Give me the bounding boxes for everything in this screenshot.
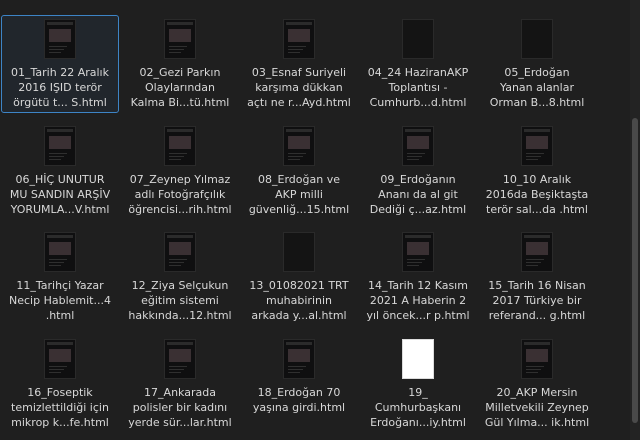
file-thumbnail-icon — [403, 340, 433, 378]
file-name-label: 02_Gezi Parkın Olaylarından Kalma Bi...t… — [130, 66, 230, 109]
scrollbar-thumb[interactable] — [632, 118, 638, 423]
file-item[interactable]: 17_Ankarada polisler bir kadını yerde sü… — [121, 335, 239, 433]
file-name-label: 12_Ziya Selçukun eğitim sistemi hakkında… — [128, 279, 232, 322]
file-thumbnail-icon — [165, 340, 195, 378]
file-thumbnail-icon — [522, 20, 552, 58]
file-item[interactable]: 08_Erdoğan ve AKP milli güvenliğ...15.ht… — [240, 122, 358, 220]
file-item[interactable]: 01_Tarih 22 Aralık 2016 IŞID terör örgüt… — [1, 15, 119, 113]
file-item[interactable]: 19_ Cumhurbaşkanı Erdoğanı...iy.html — [359, 335, 477, 433]
file-thumbnail-icon — [165, 20, 195, 58]
file-thumbnail-icon — [522, 340, 552, 378]
file-name-label: 13_01082021 TRT muhabirinin arkada y...a… — [249, 279, 349, 322]
file-name-label: 14_Tarih 12 Kasım 2021 A Haberin 2 yıl ö… — [366, 279, 470, 322]
file-thumbnail-icon — [403, 233, 433, 271]
file-name-label: 05_Erdoğan Yanan alanlar Orman B...8.htm… — [489, 66, 585, 109]
file-item[interactable]: 12_Ziya Selçukun eğitim sistemi hakkında… — [121, 228, 239, 326]
file-item[interactable]: 20_AKP Mersin Milletvekili Zeynep Gül Yı… — [478, 335, 596, 433]
file-item[interactable]: 15_Tarih 16 Nisan 2017 Türkiye bir refer… — [478, 228, 596, 326]
file-item[interactable]: 11_Tarihçi Yazar Necip Hablemit...4 .htm… — [1, 228, 119, 326]
file-thumbnail-icon — [522, 233, 552, 271]
file-item[interactable]: 06_HİÇ UNUTUR MU SANDIN ARŞİV YORUMLA...… — [1, 122, 119, 220]
file-item[interactable]: 07_Zeynep Yılmaz adlı Fotoğrafçılık öğre… — [121, 122, 239, 220]
file-thumbnail-icon — [403, 127, 433, 165]
file-thumbnail-icon — [45, 233, 75, 271]
file-item[interactable]: 10_10 Aralık 2016da Beşiktaşta terör sal… — [478, 122, 596, 220]
file-thumbnail-icon — [165, 127, 195, 165]
file-thumbnail-icon — [284, 233, 314, 271]
file-name-label: 18_Erdoğan 70 yaşına girdi.html — [252, 386, 346, 414]
file-name-label: 09_Erdoğanın Ananı da al git Dediği ç...… — [369, 173, 467, 216]
file-item[interactable]: 03_Esnaf Suriyeli karşıma dükkan açtı ne… — [240, 15, 358, 113]
file-name-label: 08_Erdoğan ve AKP milli güvenliğ...15.ht… — [248, 173, 350, 216]
file-name-label: 04_24 HaziranAKP Toplantısı - Cumhurb...… — [367, 66, 469, 109]
file-name-label: 19_ Cumhurbaşkanı Erdoğanı...iy.html — [370, 386, 466, 429]
file-item[interactable]: 09_Erdoğanın Ananı da al git Dediği ç...… — [359, 122, 477, 220]
file-item[interactable]: 05_Erdoğan Yanan alanlar Orman B...8.htm… — [478, 15, 596, 113]
file-name-label: 01_Tarih 22 Aralık 2016 IŞID terör örgüt… — [11, 66, 109, 109]
file-item[interactable]: 13_01082021 TRT muhabirinin arkada y...a… — [240, 228, 358, 326]
file-name-label: 03_Esnaf Suriyeli karşıma dükkan açtı ne… — [247, 66, 351, 109]
file-manager-icon-view: 01_Tarih 22 Aralık 2016 IŞID terör örgüt… — [0, 0, 640, 440]
file-name-label: 17_Ankarada polisler bir kadını yerde sü… — [128, 386, 232, 429]
file-thumbnail-icon — [284, 20, 314, 58]
file-name-label: 15_Tarih 16 Nisan 2017 Türkiye bir refer… — [488, 279, 586, 322]
file-item[interactable]: 04_24 HaziranAKP Toplantısı - Cumhurb...… — [359, 15, 477, 113]
file-grid: 01_Tarih 22 Aralık 2016 IŞID terör örgüt… — [0, 0, 630, 440]
file-name-label: 07_Zeynep Yılmaz adlı Fotoğrafçılık öğre… — [128, 173, 232, 216]
file-item[interactable]: 14_Tarih 12 Kasım 2021 A Haberin 2 yıl ö… — [359, 228, 477, 326]
file-thumbnail-icon — [403, 20, 433, 58]
file-thumbnail-icon — [45, 20, 75, 58]
file-item[interactable]: 02_Gezi Parkın Olaylarından Kalma Bi...t… — [121, 15, 239, 113]
file-name-label: 11_Tarihçi Yazar Necip Hablemit...4 .htm… — [9, 279, 111, 322]
file-thumbnail-icon — [45, 340, 75, 378]
file-thumbnail-icon — [45, 127, 75, 165]
file-name-label: 10_10 Aralık 2016da Beşiktaşta terör sal… — [485, 173, 589, 216]
file-thumbnail-icon — [522, 127, 552, 165]
file-thumbnail-icon — [284, 127, 314, 165]
file-name-label: 16_Foseptik temizlettildiği için mikrop … — [11, 386, 109, 429]
file-name-label: 06_HİÇ UNUTUR MU SANDIN ARŞİV YORUMLA...… — [9, 173, 111, 216]
file-item[interactable]: 18_Erdoğan 70 yaşına girdi.html — [240, 335, 358, 433]
file-name-label: 20_AKP Mersin Milletvekili Zeynep Gül Yı… — [484, 386, 590, 429]
vertical-scrollbar[interactable] — [630, 0, 640, 440]
file-item[interactable]: 16_Foseptik temizlettildiği için mikrop … — [1, 335, 119, 433]
file-thumbnail-icon — [165, 233, 195, 271]
file-thumbnail-icon — [284, 340, 314, 378]
